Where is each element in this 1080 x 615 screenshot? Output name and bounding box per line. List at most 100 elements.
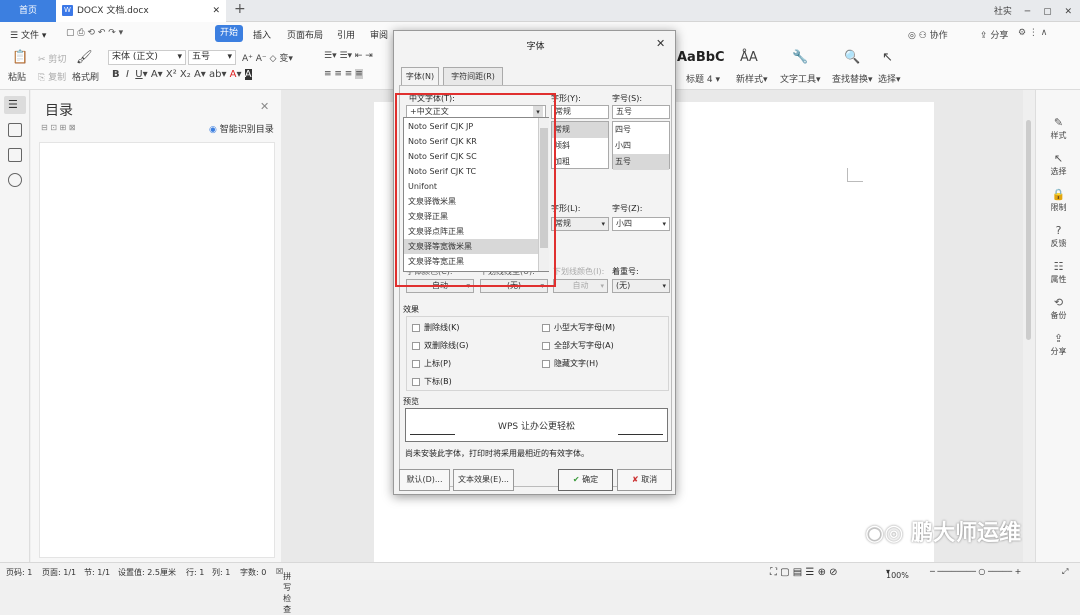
style-heading-label[interactable]: 标题 4 ▾ xyxy=(686,72,720,85)
list-icons[interactable]: ☰▾ ☰▾ ⇤ ⇥ xyxy=(324,51,373,61)
find-replace-button[interactable]: 查找替换▾ xyxy=(832,72,873,85)
panel-share[interactable]: ⇪ 分享 xyxy=(1036,332,1080,357)
paste-icon[interactable]: 📋 xyxy=(12,50,28,65)
smart-toc-button[interactable]: ◉ 智能识别目录 xyxy=(209,122,274,135)
panel-properties[interactable]: ☷ 属性 xyxy=(1036,260,1080,285)
new-style-icon[interactable]: ÅA xyxy=(740,50,758,65)
menu-layout[interactable]: 页面布局 xyxy=(287,28,323,41)
tab-document[interactable]: W DOCX 文档.docx ✕ xyxy=(56,0,226,22)
cut-button[interactable]: ✂ 剪切 xyxy=(38,52,66,65)
share-button[interactable]: ⇪ 分享 xyxy=(980,28,1008,41)
style-preview[interactable]: AaBbC xyxy=(677,50,725,65)
close-icon[interactable]: ✕ xyxy=(212,0,220,22)
select-button[interactable]: 选择▾ xyxy=(878,72,901,85)
menu-file[interactable]: ☰ 文件 ▾ xyxy=(10,28,46,41)
menu-review[interactable]: 审阅 xyxy=(370,28,388,41)
style-list[interactable]: 常规 倾斜 加粗 xyxy=(551,121,609,169)
tab-home[interactable]: 首页 xyxy=(0,0,56,22)
size-option[interactable]: 五号 xyxy=(613,154,669,170)
toc-icon[interactable]: ☰ xyxy=(8,98,22,112)
spell-check-button[interactable]: ☒ 拼写检查 xyxy=(276,567,291,614)
format-painter-button[interactable]: 格式刷 xyxy=(72,70,99,83)
panel-restrict[interactable]: 🔒 限制 xyxy=(1036,188,1080,213)
size-option[interactable]: 小四 xyxy=(613,138,669,154)
text-effects-button[interactable]: 文本效果(E)... xyxy=(453,469,514,491)
status-setting: 设置值: 2.5厘米 xyxy=(118,568,176,577)
style-input[interactable]: 常规 xyxy=(551,105,609,119)
effects-label: 效果 xyxy=(403,305,419,314)
menu-references[interactable]: 引用 xyxy=(337,28,355,41)
close-icon[interactable]: ✕ xyxy=(260,100,269,113)
close-window-icon[interactable]: ✕ xyxy=(1064,7,1072,17)
subscript-checkbox[interactable]: 下标(B) xyxy=(412,376,452,387)
default-button[interactable]: 默认(D)... xyxy=(399,469,450,491)
small-caps-checkbox[interactable]: 小型大写字母(M) xyxy=(542,322,615,333)
underline-color-select[interactable]: 自动 ▾ xyxy=(553,279,608,293)
vertical-scrollbar[interactable] xyxy=(1023,90,1035,562)
size-input[interactable]: 五号 xyxy=(612,105,670,119)
all-caps-checkbox[interactable]: 全部大写字母(A) xyxy=(542,340,614,351)
double-strikethrough-checkbox[interactable]: 双删除线(G) xyxy=(412,340,468,351)
new-tab-button[interactable]: + xyxy=(234,1,246,17)
superscript-checkbox[interactable]: 上标(P) xyxy=(412,358,451,369)
new-style-button[interactable]: 新样式▾ xyxy=(736,72,768,85)
format-painter-icon[interactable]: 🖌 xyxy=(76,50,93,65)
scroll-thumb[interactable] xyxy=(1026,120,1031,340)
tab-character-spacing[interactable]: 字符间距(R) xyxy=(443,67,503,85)
bookmark-icon[interactable] xyxy=(8,148,22,162)
fullscreen-icon[interactable]: ⤢ xyxy=(1062,567,1068,577)
size-option[interactable]: 四号 xyxy=(613,122,669,138)
zoom-level[interactable]: 100% ▾ xyxy=(886,567,909,580)
tab-font[interactable]: 字体(N) xyxy=(401,67,439,86)
strikethrough-checkbox[interactable]: 删除线(K) xyxy=(412,322,460,333)
panel-feedback[interactable]: ? 反馈 xyxy=(1036,224,1080,249)
lock-icon: 🔒 xyxy=(1051,188,1066,201)
search-icon[interactable] xyxy=(8,173,22,187)
collab-button[interactable]: ◎ ⚇ 协作 xyxy=(908,28,948,41)
quick-access-icons[interactable]: ▢ ⎙ ⟲ ↶ ↷ ▾ xyxy=(66,28,123,38)
view-mode-icons[interactable]: ⛶ ▢ ▤ ☰ ⊕ ⊘ xyxy=(770,567,838,578)
menu-home-start[interactable]: 开始 xyxy=(215,25,243,42)
text-tools-icon[interactable]: 🔧 xyxy=(792,50,808,65)
size-list[interactable]: 四号 小四 五号 xyxy=(612,121,670,170)
cancel-button[interactable]: ✘ 取消 xyxy=(617,469,672,491)
panel-style[interactable]: ✎ 样式 xyxy=(1036,116,1080,141)
preview-baseline-left xyxy=(410,434,455,435)
font-format-icons[interactable]: B I U▾ A▾ X² X₂ A▾ ab▾ A▾ A xyxy=(112,69,252,80)
zoom-slider[interactable]: ─ ──────── ○ ───── + xyxy=(930,567,1021,576)
style-option[interactable]: 倾斜 xyxy=(552,138,608,154)
share-icon: ⇪ xyxy=(1053,332,1064,345)
minimize-icon[interactable]: ─ xyxy=(1025,7,1030,17)
font-size-select[interactable]: 五号 ▾ xyxy=(188,50,236,65)
style-option[interactable]: 加粗 xyxy=(552,154,608,170)
style-option[interactable]: 常规 xyxy=(552,122,608,138)
menu-insert[interactable]: 插入 xyxy=(253,28,271,41)
maximize-icon[interactable]: ▢ xyxy=(1043,7,1052,17)
font-grow-icons[interactable]: A⁺ A⁻ ◇ 变▾ xyxy=(242,51,293,64)
find-replace-icon[interactable]: 🔍 xyxy=(844,50,860,65)
align-icons[interactable]: ≡ ≡ ≡ ≡ xyxy=(324,69,363,79)
navigation-icon[interactable] xyxy=(8,123,22,137)
toc-title: 目录 xyxy=(45,103,73,119)
select-icon[interactable]: ↖ xyxy=(882,50,893,65)
panel-select[interactable]: ↖ 选择 xyxy=(1036,152,1080,177)
size2-select[interactable]: 小四 ▾ xyxy=(612,217,670,231)
hidden-text-checkbox[interactable]: 隐藏文字(H) xyxy=(542,358,598,369)
status-page: 页码: 1 xyxy=(6,568,33,577)
status-bar: 页码: 1 页面: 1/1 节: 1/1 设置值: 2.5厘米 行: 1 列: … xyxy=(0,562,1080,614)
copy-button[interactable]: ⎘ 复制 xyxy=(38,70,66,83)
ok-button[interactable]: ✔ 确定 xyxy=(558,469,613,491)
community-link[interactable]: 社实 xyxy=(994,7,1012,17)
paste-button[interactable]: 粘贴 xyxy=(8,70,26,83)
text-tools-button[interactable]: 文字工具▾ xyxy=(780,72,821,85)
font-name-select[interactable]: 宋体 (正文) ▾ xyxy=(108,50,186,65)
style2-select[interactable]: 常规 ▾ xyxy=(551,217,609,231)
panel-backup[interactable]: ⟲ 备份 xyxy=(1036,296,1080,321)
close-icon[interactable]: ✕ xyxy=(656,37,665,50)
emphasis-select[interactable]: (无) ▾ xyxy=(612,279,670,293)
toc-level-icons[interactable]: ⊟ ⊡ ⊞ ⊠ xyxy=(41,123,75,132)
properties-icon: ☷ xyxy=(1053,260,1064,273)
preview-box: WPS 让办公更轻松 xyxy=(405,408,668,442)
settings-icon[interactable]: ⚙ ⋮ ∧ xyxy=(1018,28,1047,38)
cursor-icon: ↖ xyxy=(1053,152,1064,165)
